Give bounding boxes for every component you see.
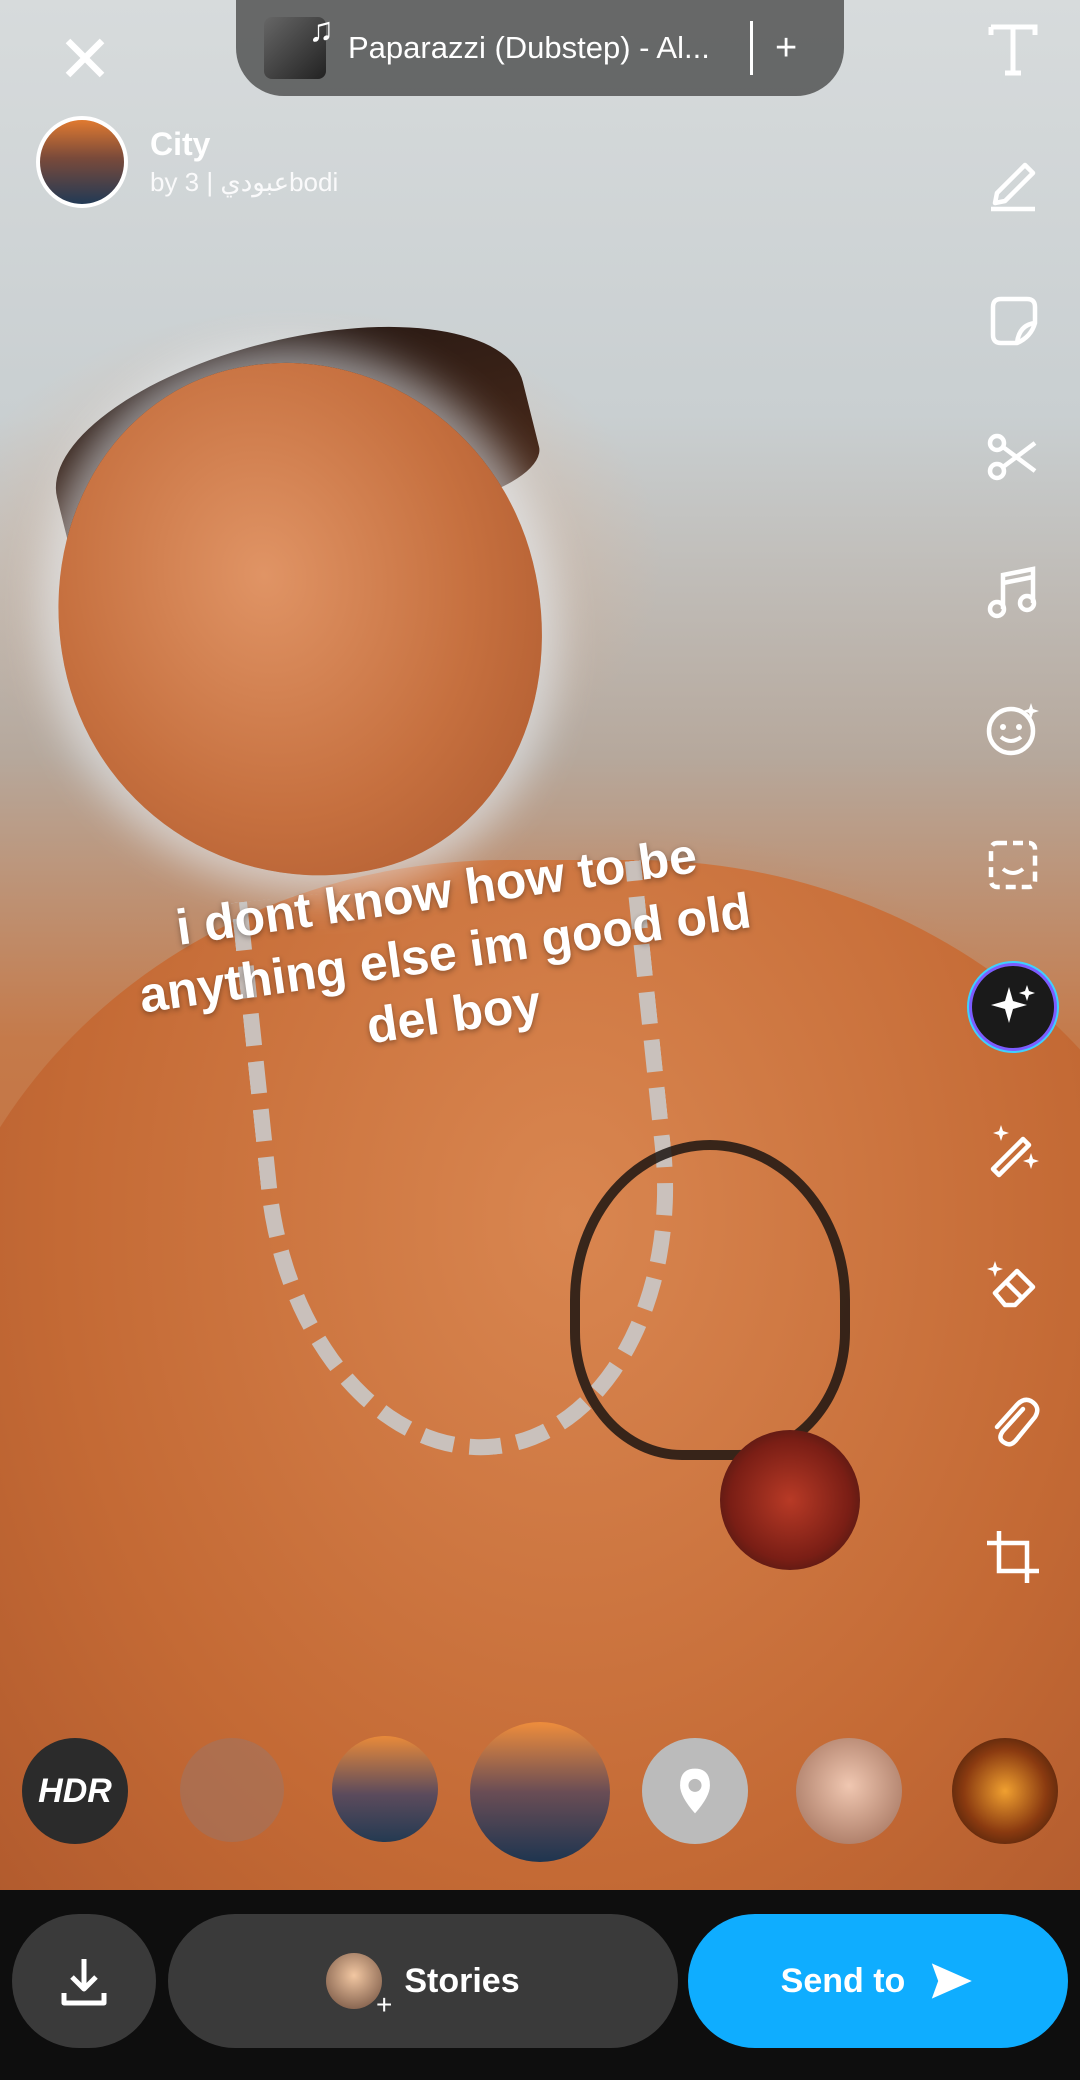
lens-carousel: HDR <box>0 1716 1080 1862</box>
lens-empty[interactable] <box>180 1738 284 1842</box>
divider <box>750 21 753 75</box>
music-pill[interactable]: ♫ Paparazzi (Dubstep) - Al... + <box>236 0 844 96</box>
pen-icon[interactable] <box>978 150 1048 220</box>
lens-city[interactable] <box>332 1736 438 1842</box>
lens-city-selected[interactable] <box>470 1722 610 1862</box>
close-button[interactable]: ✕ <box>52 26 118 92</box>
lens-face[interactable] <box>796 1738 902 1844</box>
ai-sparkle-icon[interactable] <box>972 966 1054 1048</box>
magic-wand-icon[interactable] <box>978 1114 1048 1184</box>
download-button[interactable] <box>12 1914 156 2048</box>
lens-eye[interactable] <box>952 1738 1058 1844</box>
crop-icon[interactable] <box>978 1522 1048 1592</box>
scissors-icon[interactable] <box>978 422 1048 492</box>
avatar: + <box>326 1953 392 2020</box>
eraser-icon[interactable] <box>978 1250 1048 1320</box>
plus-icon: + <box>376 1989 393 2020</box>
lens-info[interactable]: City by 3 | عبوديbodi <box>36 116 338 208</box>
emoji-lens-icon[interactable] <box>978 694 1048 764</box>
lens-name: City <box>150 126 211 162</box>
music-icon[interactable] <box>978 558 1048 628</box>
paperclip-icon[interactable] <box>978 1386 1048 1456</box>
rose-tattoo-image <box>720 1430 860 1570</box>
download-icon <box>61 1959 107 2006</box>
send-arrow-icon <box>932 1963 973 1999</box>
location-pin-icon[interactable] <box>642 1738 748 1844</box>
lens-hdr[interactable]: HDR <box>22 1738 128 1844</box>
lens-creator: by 3 | عبوديbodi <box>150 167 339 197</box>
scan-icon[interactable] <box>978 830 1048 900</box>
send-to-label: Send to <box>780 1961 906 2000</box>
music-thumbnail: ♫ <box>264 11 334 79</box>
text-icon[interactable] <box>978 14 1048 84</box>
stories-button[interactable]: + Stories <box>168 1914 678 2048</box>
bottom-bar: + Stories Send to <box>0 1890 1080 2080</box>
tool-rail <box>972 14 1054 1658</box>
tattoo-image <box>570 1140 850 1460</box>
lens-avatar <box>36 116 128 208</box>
send-to-button[interactable]: Send to <box>688 1914 1068 2048</box>
music-title: Paparazzi (Dubstep) - Al... <box>348 30 710 65</box>
plus-icon[interactable]: + <box>775 27 797 70</box>
music-note-icon: ♫ <box>308 11 335 49</box>
stories-label: Stories <box>404 1961 520 2000</box>
sticker-icon[interactable] <box>978 286 1048 356</box>
